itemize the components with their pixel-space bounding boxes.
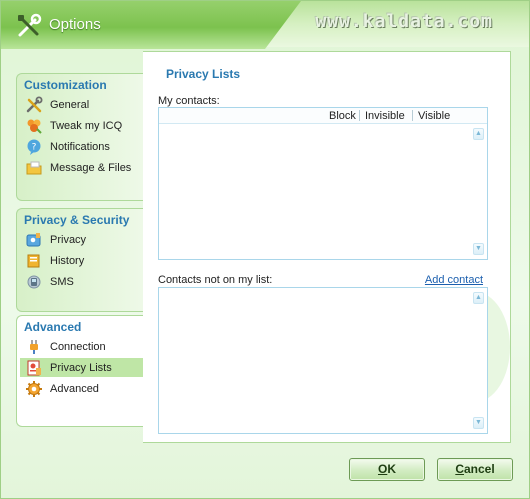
nav-item-label: SMS	[50, 275, 74, 288]
notification-bubble-icon: ?	[27, 139, 41, 155]
nav-item-label: History	[50, 254, 85, 267]
nav-item-history[interactable]: History	[20, 251, 144, 270]
nav-item-label: General	[50, 98, 90, 111]
scroll-up-button[interactable]: ▲	[473, 128, 484, 140]
flower-icon	[27, 119, 42, 134]
nav-item-sms[interactable]: SMS	[20, 272, 144, 291]
page-title: Privacy Lists	[166, 67, 241, 81]
options-window: Options www.kaldata.com Customization Ge…	[0, 0, 530, 499]
nav-group-title: Privacy & Security	[24, 213, 130, 227]
nav-group-privacy-security: Privacy & Security Privacy History SMS	[16, 208, 144, 312]
nav-item-notifications[interactable]: ? Notifications	[20, 137, 144, 156]
nav-item-label: Tweak my ICQ	[50, 119, 123, 132]
tools-icon	[18, 13, 42, 37]
add-contact-link[interactable]: Add contact	[425, 274, 483, 286]
nav-item-connection[interactable]: Connection	[20, 337, 144, 356]
privacy-lists-panel: Privacy Lists My contacts: Block Invisib…	[143, 51, 511, 443]
cancel-mnemonic: C	[455, 462, 464, 476]
nav-group-advanced: Advanced Connection Privacy Lists Advanc…	[16, 315, 144, 427]
not-on-list-list[interactable]: ▲ ▼	[158, 287, 488, 434]
my-contacts-list[interactable]: Block Invisible Visible ▲ ▼	[158, 107, 488, 260]
scroll-down-button[interactable]: ▼	[473, 417, 484, 429]
scroll-up-button[interactable]: ▲	[473, 292, 484, 304]
column-block[interactable]: Block	[324, 110, 356, 122]
privacy-card-icon	[26, 232, 41, 246]
column-invisible[interactable]: Invisible	[360, 110, 405, 122]
nav-group-title: Advanced	[24, 320, 82, 334]
scroll-down-button[interactable]: ▼	[473, 243, 484, 255]
nav-item-tweak-my-icq[interactable]: Tweak my ICQ	[20, 116, 144, 135]
gear-icon	[26, 380, 42, 397]
privacy-list-icon	[27, 360, 41, 375]
nav-item-message-files[interactable]: Message & Files	[20, 158, 144, 177]
ok-label-rest: K	[387, 462, 396, 476]
svg-text:?: ?	[32, 142, 37, 152]
cancel-label-rest: ancel	[463, 462, 495, 476]
my-contacts-label: My contacts:	[158, 95, 220, 107]
tools-icon	[26, 96, 43, 112]
column-visible[interactable]: Visible	[413, 110, 450, 122]
nav-item-privacy[interactable]: Privacy	[20, 230, 144, 249]
nav-group-customization: Customization General Tweak my ICQ ? Not…	[16, 73, 144, 201]
nav-item-privacy-lists[interactable]: Privacy Lists	[20, 358, 144, 377]
ok-mnemonic: O	[377, 462, 388, 476]
nav-item-label: Privacy Lists	[50, 361, 112, 374]
nav-item-label: Notifications	[50, 140, 110, 153]
sms-phone-icon	[27, 275, 41, 288]
title-bar[interactable]: Options www.kaldata.com	[1, 1, 529, 49]
window-title: Options	[49, 16, 101, 33]
nav-item-general[interactable]: General	[20, 95, 144, 114]
nav-item-label: Privacy	[50, 233, 87, 246]
not-on-list-label: Contacts not on my list:	[158, 274, 273, 286]
folder-message-icon	[26, 161, 42, 174]
nav-group-title: Customization	[24, 78, 107, 92]
nav-item-advanced[interactable]: Advanced	[20, 379, 144, 398]
nav-item-label: Advanced	[50, 382, 99, 395]
cancel-button[interactable]: Cancel	[437, 458, 513, 481]
nav-item-label: Message & Files	[50, 161, 132, 174]
watermark-text: www.kaldata.com	[315, 11, 493, 32]
ok-button[interactable]: OK	[349, 458, 425, 481]
nav-item-label: Connection	[50, 340, 106, 353]
list-header: Block Invisible Visible	[159, 108, 487, 124]
title-tab	[1, 1, 301, 49]
plug-icon	[30, 339, 38, 354]
history-book-icon	[27, 254, 40, 267]
